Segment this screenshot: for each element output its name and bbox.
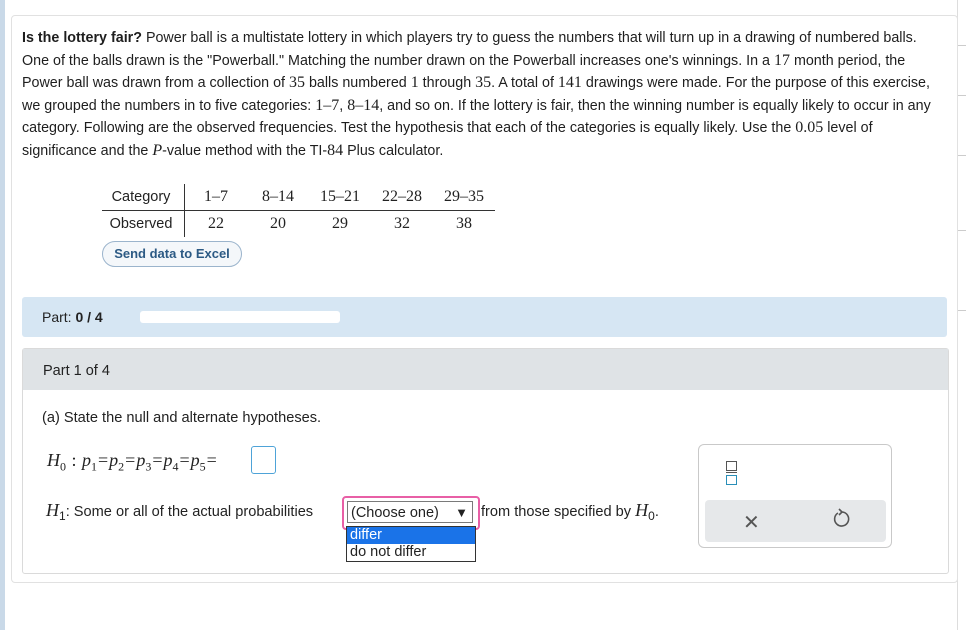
alternate-hypothesis: H1: Some or all of the actual probabilit…	[46, 500, 314, 523]
alternate-hypothesis-tail: from those specified by H0.	[481, 500, 659, 523]
option-differ[interactable]: differ	[347, 527, 475, 544]
observed-cell: 20	[270, 215, 286, 232]
problem-title: Is the lottery fair?	[22, 30, 142, 46]
category-cell: 22–28	[371, 184, 433, 211]
observed-cell: 38	[456, 215, 472, 232]
undo-icon[interactable]	[831, 508, 853, 530]
right-scroll-ticks	[957, 0, 966, 630]
differ-dropdown-list: differ do not differ	[346, 526, 476, 562]
observed-cell: 22	[208, 215, 224, 232]
send-to-excel-button[interactable]: Send data to Excel	[102, 241, 242, 267]
differ-select[interactable]: (Choose one) ▼	[347, 501, 473, 523]
part-question: (a) State the null and alternate hypothe…	[42, 410, 322, 426]
left-accent-strip	[0, 0, 5, 630]
observed-cell: 29	[332, 215, 348, 232]
part-progress: Part: 0 / 4	[22, 297, 947, 337]
fraction-icon[interactable]	[726, 461, 737, 486]
close-icon[interactable]: ✕	[743, 510, 760, 535]
progress-value: 0 / 4	[75, 309, 103, 325]
category-cell: 29–35	[433, 184, 495, 211]
category-cell: 1–7	[184, 184, 247, 211]
math-toolbox: ✕	[698, 444, 892, 548]
problem-statement: Is the lottery fair? Power ball is a mul…	[22, 30, 931, 159]
null-hypothesis: H0 : p1=p2=p3=p4=p5=	[47, 450, 217, 474]
observed-row-label: Observed	[102, 210, 185, 237]
category-row-label: Category	[102, 184, 185, 211]
dropdown-arrow-icon: ▼	[455, 505, 468, 520]
category-cell: 8–14	[247, 184, 309, 211]
differ-select-focus[interactable]: (Choose one) ▼	[342, 496, 480, 530]
part-header: Part 1 of 4	[23, 349, 948, 390]
tool-actions-bar: ✕	[705, 500, 886, 542]
h0-answer-input[interactable]	[251, 446, 276, 474]
progress-track	[140, 311, 340, 323]
category-cell: 15–21	[309, 184, 371, 211]
option-do-not-differ[interactable]: do not differ	[347, 544, 475, 561]
observed-cell: 32	[394, 215, 410, 232]
frequency-table: Category 1–7 8–14 15–21 22–28 29–35 Obse…	[102, 184, 495, 237]
